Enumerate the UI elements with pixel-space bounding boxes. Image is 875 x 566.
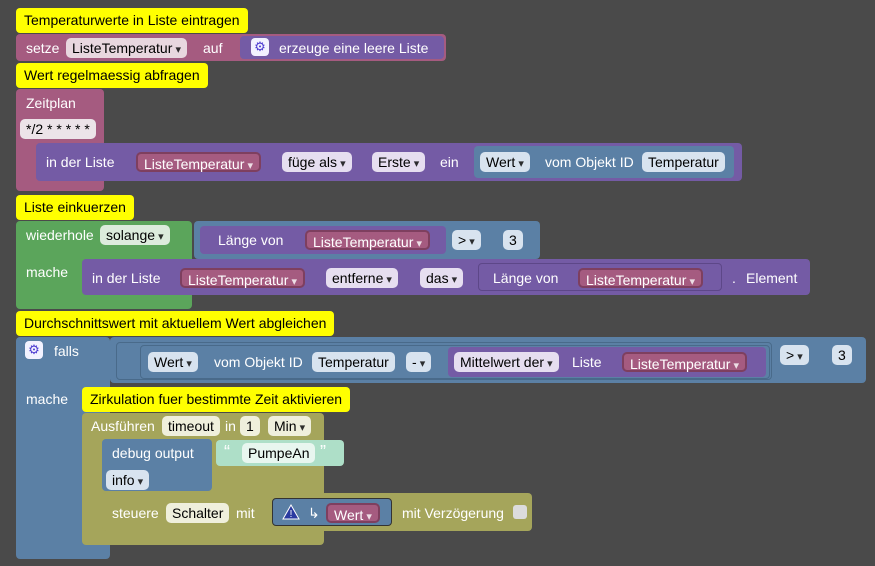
- remove-length-of-label: Länge von: [493, 270, 559, 286]
- variable-dropdown[interactable]: ListeTemperatur: [66, 38, 187, 58]
- control-label: steuere: [112, 505, 159, 521]
- set-label: setze: [26, 40, 60, 56]
- schedule-label: Zeitplan: [26, 95, 76, 111]
- debug-text-field[interactable]: PumpeAn: [242, 443, 316, 463]
- delay-label: mit Verzögerung: [402, 505, 504, 521]
- value-dropdown[interactable]: Wert: [480, 152, 530, 172]
- average-dropdown[interactable]: Mittelwert der: [454, 352, 559, 372]
- insert-position-dropdown[interactable]: Erste: [372, 152, 426, 172]
- if-object-id-field[interactable]: Temperatur: [312, 352, 395, 372]
- insert-mode-dropdown[interactable]: füge als: [282, 152, 352, 172]
- do-label: mache: [26, 264, 69, 280]
- delay-checkbox[interactable]: [513, 505, 527, 519]
- remove-which-dropdown[interactable]: das: [420, 268, 464, 288]
- length-of-label: Länge von: [218, 232, 284, 248]
- with-label: mit: [236, 505, 255, 521]
- comment-2[interactable]: Wert regelmaessig abfragen: [16, 63, 208, 88]
- comment-5[interactable]: Zirkulation fuer bestimmte Zeit aktivier…: [82, 387, 351, 412]
- timeout-unit-dropdown[interactable]: Min: [268, 416, 312, 436]
- device-field[interactable]: Schalter: [166, 503, 230, 523]
- if-of-object-label: vom Objekt ID: [214, 354, 303, 370]
- warning-icon: !: [282, 504, 300, 520]
- repeat-label: wiederhole: [26, 227, 94, 243]
- gear-icon[interactable]: ⚙: [25, 341, 43, 359]
- gear-icon[interactable]: ⚙: [251, 38, 269, 56]
- debug-label: debug output: [112, 445, 194, 461]
- remove-variable2-dropdown[interactable]: ListeTemperatur: [578, 268, 703, 288]
- insert-variable-dropdown[interactable]: ListeTemperatur: [136, 152, 261, 172]
- on-label: auf: [203, 40, 223, 56]
- remove-in-list-label: in der Liste: [92, 270, 161, 286]
- if-variable-dropdown[interactable]: ListeTemperatur: [622, 352, 747, 372]
- in-list-label: in der Liste: [46, 154, 115, 170]
- while-mode-dropdown[interactable]: solange: [100, 225, 170, 245]
- minus-dropdown[interactable]: -: [406, 352, 432, 372]
- if-operator-dropdown[interactable]: >: [780, 345, 809, 365]
- cron-field[interactable]: */2 * * * * *: [20, 119, 96, 139]
- of-object-label: vom Objekt ID: [545, 154, 634, 170]
- remove-variable-dropdown[interactable]: ListeTemperatur: [180, 268, 305, 288]
- comment-1[interactable]: Temperaturwerte in Liste eintragen: [16, 8, 248, 33]
- comment-4[interactable]: Durchschnittswert mit aktuellem Wert abg…: [16, 311, 335, 336]
- while-number-field[interactable]: 3: [503, 230, 523, 250]
- dot-label: .: [732, 270, 736, 286]
- if-label: falls: [54, 343, 79, 359]
- while-operator-dropdown[interactable]: >: [452, 230, 481, 250]
- run-label: Ausführen: [91, 418, 155, 434]
- while-variable-dropdown[interactable]: ListeTemperatur: [305, 230, 430, 250]
- open-quote: “: [224, 442, 230, 462]
- list-label: Liste: [572, 354, 602, 370]
- if-number-field[interactable]: 3: [832, 345, 852, 365]
- timeout-name-field[interactable]: timeout: [162, 416, 220, 436]
- remove-action-dropdown[interactable]: entferne: [326, 268, 398, 288]
- svg-text:!: !: [290, 509, 293, 520]
- in-label: ein: [440, 154, 459, 170]
- control-value-dropdown[interactable]: Wert: [326, 503, 380, 523]
- return-arrow-icon: ↳: [308, 505, 320, 521]
- if-do-label: mache: [26, 391, 69, 407]
- object-id-field[interactable]: Temperatur: [642, 152, 725, 172]
- debug-level-dropdown[interactable]: info: [106, 470, 150, 490]
- timeout-in-label: in: [225, 418, 236, 434]
- close-quote: ”: [320, 442, 326, 462]
- comment-3[interactable]: Liste einkuerzen: [16, 195, 134, 220]
- timeout-number-field[interactable]: 1: [240, 416, 260, 436]
- create-list-label: erzeuge eine leere Liste: [279, 40, 429, 56]
- if-value-dropdown[interactable]: Wert: [148, 352, 198, 372]
- element-label: Element: [746, 270, 798, 286]
